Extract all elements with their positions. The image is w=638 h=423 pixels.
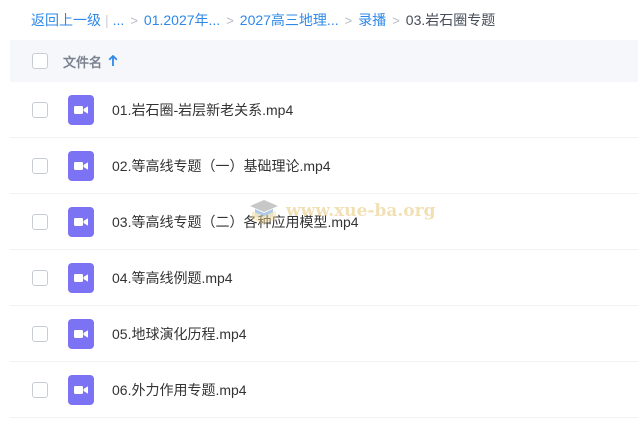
breadcrumb: 返回上一级 | ... > 01.2027年... > 2027高三地理... … xyxy=(0,0,638,40)
select-all-checkbox[interactable] xyxy=(32,53,48,69)
video-file-icon xyxy=(68,94,94,125)
file-row[interactable]: 06.外力作用专题.mp4 xyxy=(10,362,638,418)
breadcrumb-divider: | xyxy=(105,12,109,28)
row-checkbox[interactable] xyxy=(32,213,48,230)
row-checkbox[interactable] xyxy=(32,325,48,342)
video-file-icon xyxy=(68,206,94,237)
row-checkbox[interactable] xyxy=(32,381,48,398)
file-list: 01.岩石圈-岩层新老关系.mp4 02.等高线专题（一）基础理论.mp4 03… xyxy=(10,82,638,418)
file-name[interactable]: 05.地球演化历程.mp4 xyxy=(112,324,247,344)
breadcrumb-item-recordings[interactable]: 录播 xyxy=(358,10,386,30)
video-file-icon xyxy=(68,150,94,181)
file-row[interactable]: 01.岩石圈-岩层新老关系.mp4 xyxy=(10,82,638,138)
file-name[interactable]: 04.等高线例题.mp4 xyxy=(112,268,233,288)
file-name[interactable]: 03.等高线专题（二）各种应用模型.mp4 xyxy=(112,212,359,232)
chevron-right-icon: > xyxy=(226,12,234,28)
sort-ascending-icon[interactable] xyxy=(108,55,118,67)
video-file-icon xyxy=(68,262,94,293)
file-row[interactable]: 02.等高线专题（一）基础理论.mp4 xyxy=(10,138,638,194)
row-checkbox[interactable] xyxy=(32,157,48,174)
file-name[interactable]: 06.外力作用专题.mp4 xyxy=(112,380,247,400)
breadcrumb-item-course[interactable]: 01.2027年... xyxy=(144,10,220,30)
breadcrumb-ellipsis[interactable]: ... xyxy=(113,12,125,28)
back-link[interactable]: 返回上一级 xyxy=(31,10,101,30)
chevron-right-icon: > xyxy=(344,12,353,28)
file-name[interactable]: 02.等高线专题（一）基础理论.mp4 xyxy=(112,156,331,176)
video-file-icon xyxy=(68,374,94,405)
breadcrumb-current: 03.岩石圈专题 xyxy=(405,12,496,28)
file-name[interactable]: 01.岩石圈-岩层新老关系.mp4 xyxy=(112,100,293,120)
video-file-icon xyxy=(68,318,94,349)
table-header: 文件名 xyxy=(10,40,638,82)
breadcrumb-item-subject[interactable]: 2027高三地理... xyxy=(240,10,339,30)
chevron-right-icon: > xyxy=(392,12,400,28)
row-checkbox[interactable] xyxy=(32,269,48,286)
file-row[interactable]: 03.等高线专题（二）各种应用模型.mp4 xyxy=(10,194,638,250)
filename-header-label: 文件名 xyxy=(63,54,103,70)
filename-column-header[interactable]: 文件名 xyxy=(63,52,118,71)
row-checkbox[interactable] xyxy=(32,101,48,118)
chevron-right-icon: > xyxy=(130,12,138,28)
file-row[interactable]: 05.地球演化历程.mp4 xyxy=(10,306,638,362)
file-row[interactable]: 04.等高线例题.mp4 xyxy=(10,250,638,306)
